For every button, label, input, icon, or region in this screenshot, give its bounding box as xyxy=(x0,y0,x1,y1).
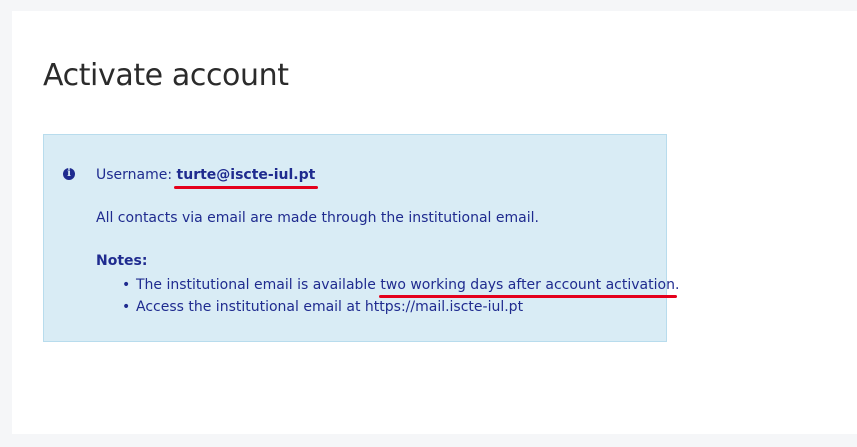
main-card: Activate account i Username: turte@iscte… xyxy=(12,11,857,434)
info-alert: i Username: turte@iscte-iul.pt All conta… xyxy=(43,134,679,342)
note-item-access: • Access the institutional email at http… xyxy=(96,296,679,318)
username-label: Username: xyxy=(96,167,173,183)
info-circle-icon: i xyxy=(63,168,75,180)
page-title: Activate account xyxy=(43,58,289,93)
notes-list: • The institutional email is available t… xyxy=(96,274,679,318)
note-item-availability: • The institutional email is available t… xyxy=(96,274,680,298)
contacts-text: All contacts via email are made through … xyxy=(96,210,539,226)
note1-suffix: . xyxy=(674,277,680,293)
bullet-icon: • xyxy=(122,299,131,315)
notes-title: Notes: xyxy=(96,253,148,269)
username-line: Username: turte@iscte-iul.pt xyxy=(96,166,319,189)
note2-text: Access the institutional email at https:… xyxy=(136,299,524,315)
note1-prefix: The institutional email is available xyxy=(136,277,376,293)
username-value: turte@iscte-iul.pt xyxy=(173,167,319,189)
note1-highlight: two working days after account activatio… xyxy=(379,274,677,298)
bullet-icon: • xyxy=(122,277,131,293)
